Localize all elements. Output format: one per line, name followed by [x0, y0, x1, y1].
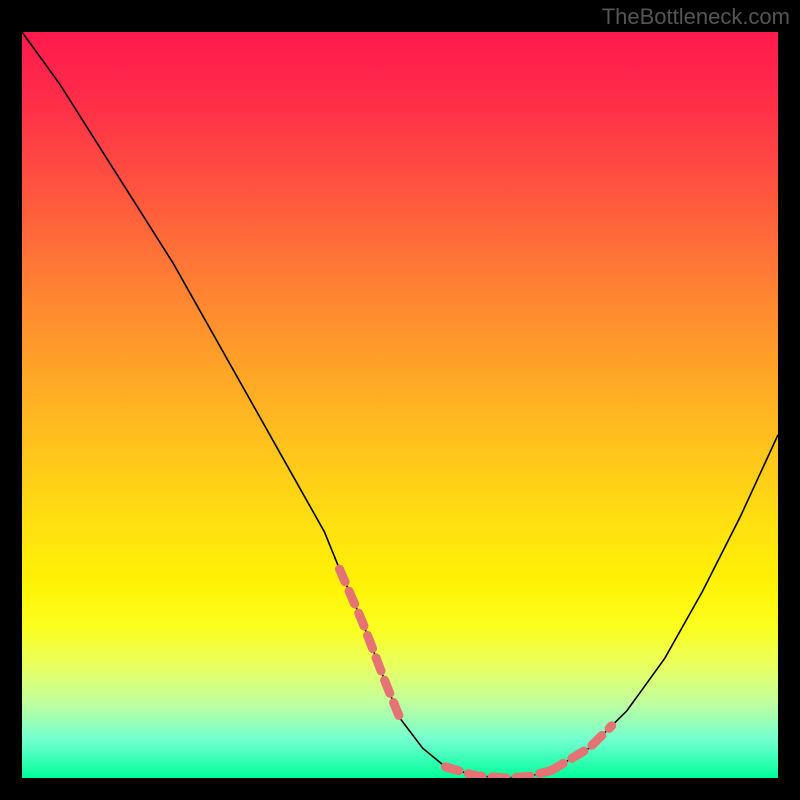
highlight-dots-floor: [445, 767, 551, 778]
bottleneck-curve: [22, 32, 778, 778]
chart-svg: [22, 32, 778, 778]
plot-area: [22, 32, 778, 778]
highlight-dots-right: [551, 726, 612, 771]
watermark-text: TheBottleneck.com: [602, 4, 790, 30]
highlight-dots-left: [340, 569, 401, 718]
